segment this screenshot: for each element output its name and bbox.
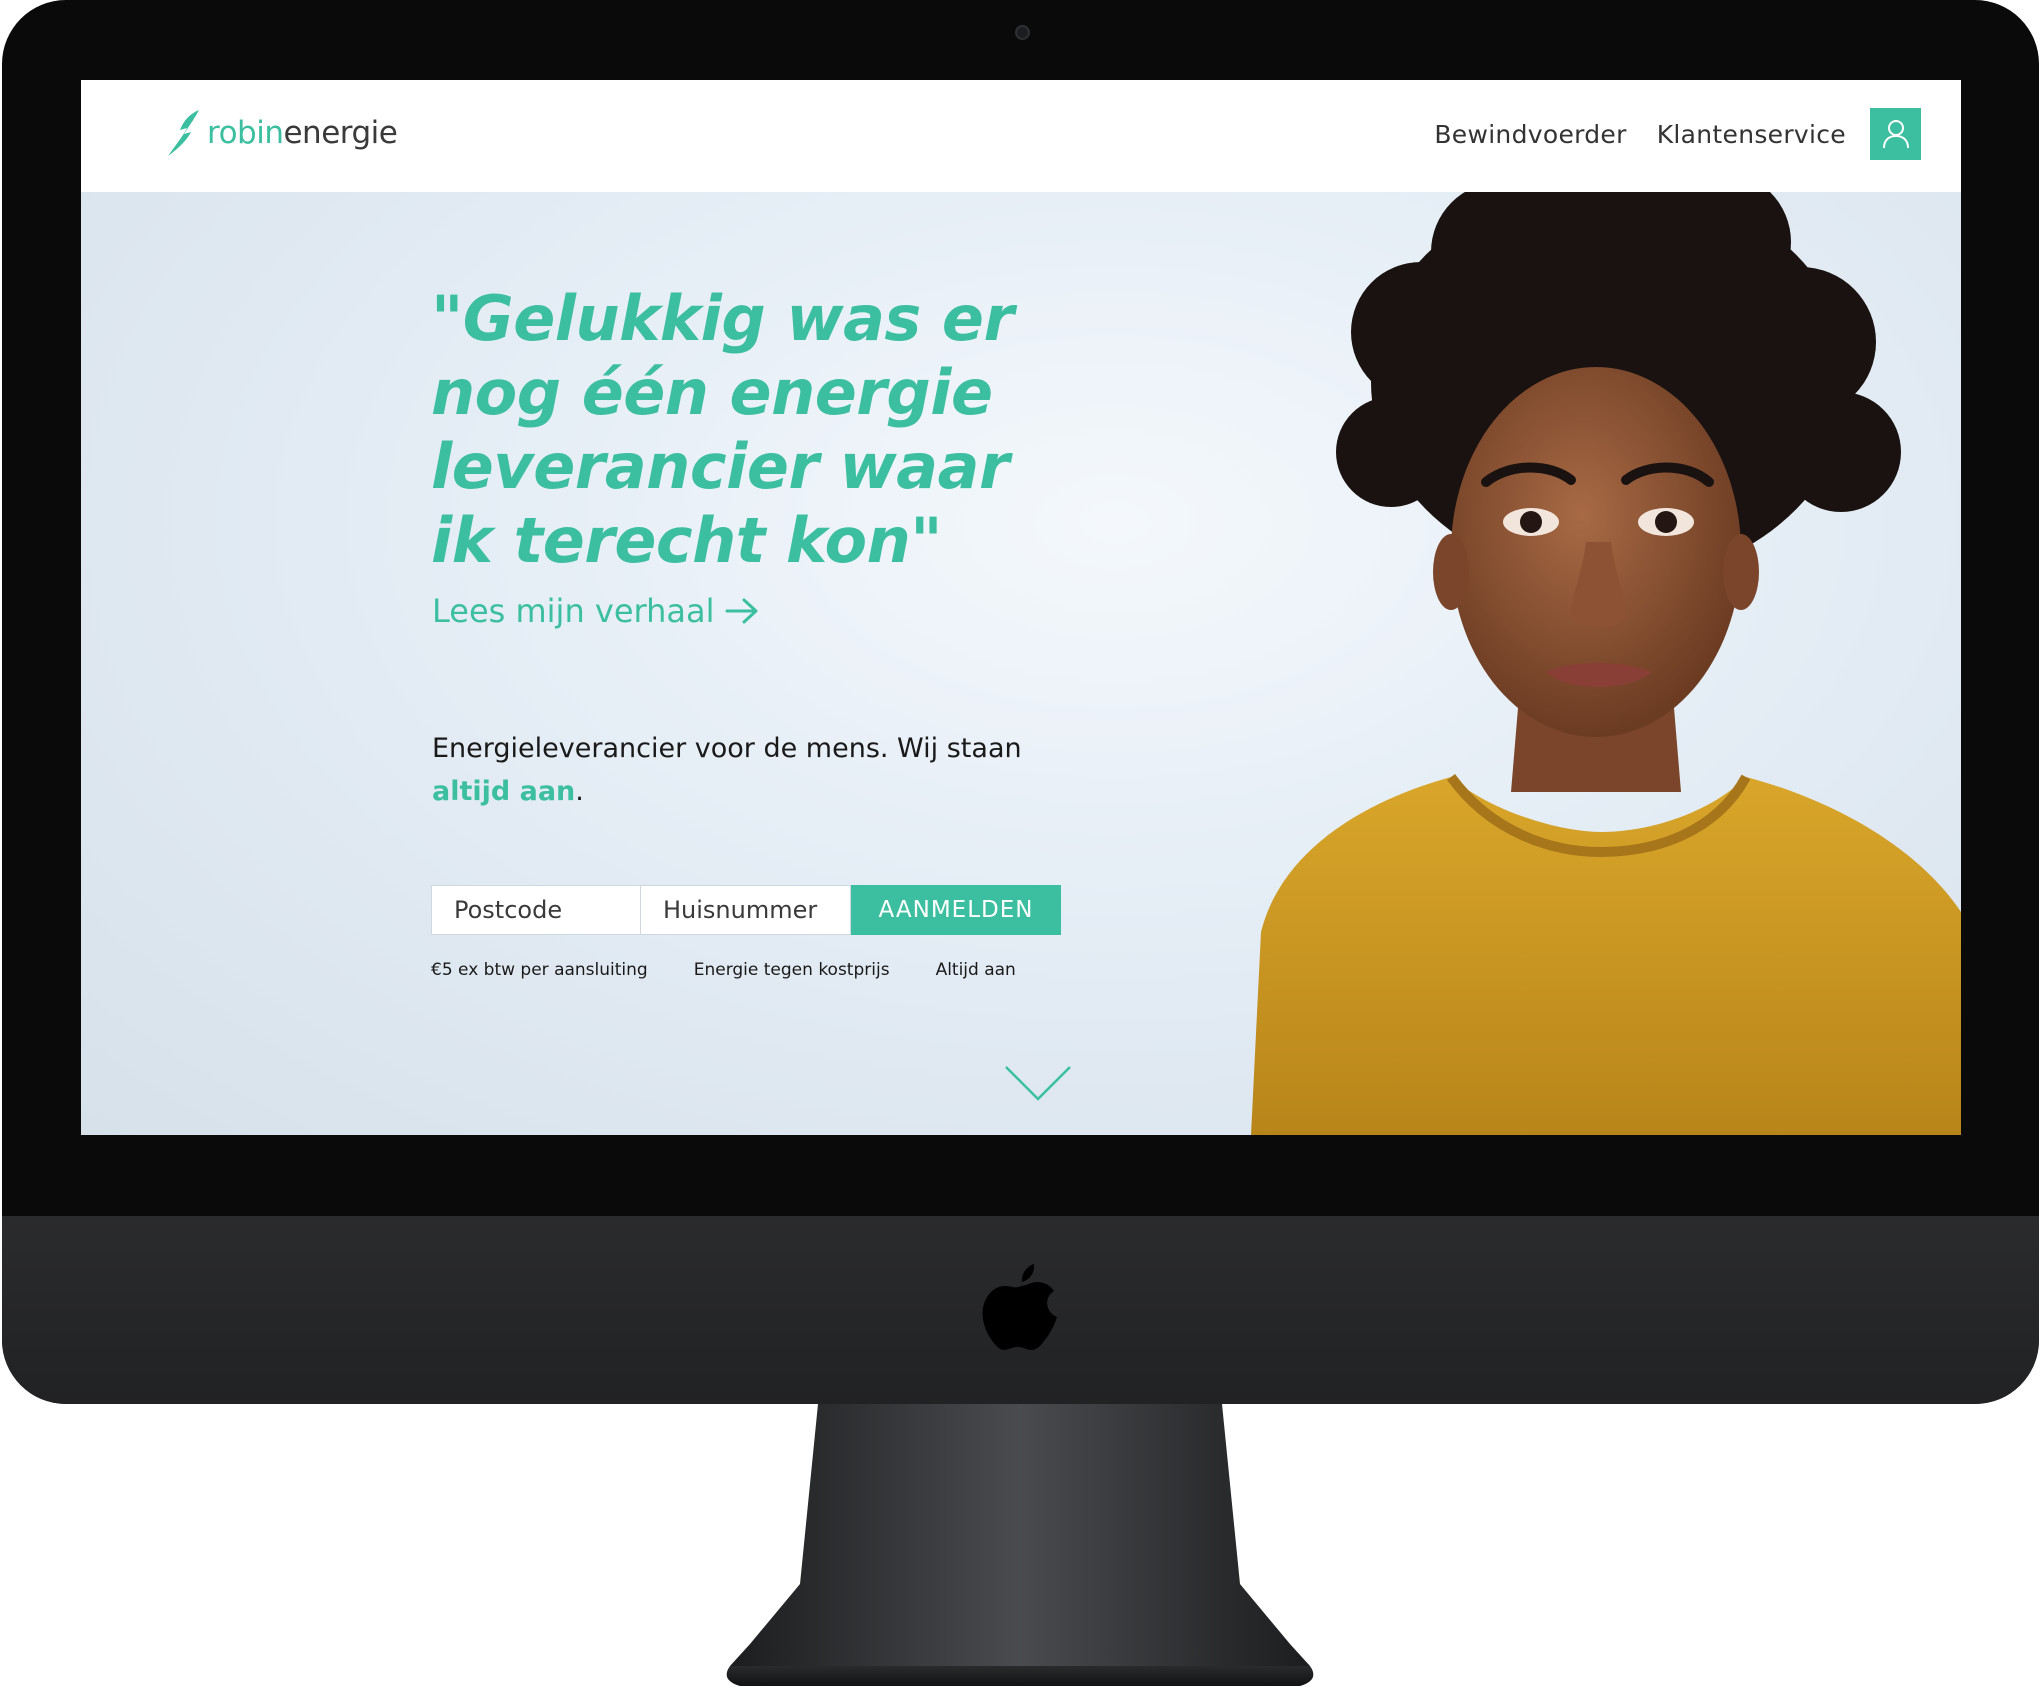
lightning-leaf-icon — [168, 110, 199, 156]
quote-line: leverancier waar — [431, 430, 1010, 503]
imac-stand — [726, 1404, 1314, 1686]
site-header: robinenergie Bewindvoerder Klantenservic… — [81, 80, 1961, 192]
logo-text-energie: energie — [283, 115, 398, 151]
read-story-label: Lees mijn verhaal — [432, 592, 715, 630]
arrow-right-icon — [725, 598, 757, 624]
tagline-accent: altijd aan — [432, 776, 576, 807]
usp-list: €5 ex btw per aansluiting Energie tegen … — [431, 960, 1016, 980]
read-story-link[interactable]: Lees mijn verhaal — [432, 592, 759, 630]
camera-dot — [1015, 25, 1030, 40]
signup-button[interactable]: AANMELDEN — [851, 885, 1061, 935]
robinenergie-logo[interactable]: robinenergie — [165, 108, 398, 158]
quote-line: nog één energie — [431, 356, 993, 429]
quote-line: ik terecht kon" — [431, 504, 943, 577]
nav-link-klantenservice[interactable]: Klantenservice — [1657, 120, 1846, 149]
usp-item: Altijd aan — [935, 960, 1016, 980]
tagline-text: Energieleverancier voor de mens. Wij sta… — [432, 733, 1022, 764]
logo-text-robin: robin — [207, 115, 284, 151]
tagline-end: . — [575, 776, 584, 807]
nav-link-bewindvoerder[interactable]: Bewindvoerder — [1434, 120, 1626, 149]
chevron-down-icon[interactable] — [1004, 1065, 1072, 1103]
top-nav: Bewindvoerder Klantenservice — [1404, 108, 1921, 160]
browser-viewport: robinenergie Bewindvoerder Klantenservic… — [81, 80, 1961, 1135]
huisnummer-input[interactable] — [641, 885, 851, 935]
apple-logo-icon — [982, 1264, 1057, 1350]
customer-portrait-image — [1251, 192, 1961, 1135]
account-button[interactable] — [1870, 108, 1921, 160]
usp-item: €5 ex btw per aansluiting — [431, 960, 648, 980]
user-icon — [1882, 120, 1909, 149]
hero-tagline: Energieleverancier voor de mens. Wij sta… — [432, 727, 1052, 813]
hero-section: "Gelukkig was er nog één energie leveran… — [81, 192, 1961, 1135]
postcode-input[interactable] — [431, 885, 641, 935]
usp-item: Energie tegen kostprijs — [693, 960, 890, 980]
signup-form: AANMELDEN — [431, 885, 1061, 935]
hero-quote: "Gelukkig was er nog één energie leveran… — [431, 282, 1031, 578]
quote-line: "Gelukkig was er — [431, 282, 1014, 355]
